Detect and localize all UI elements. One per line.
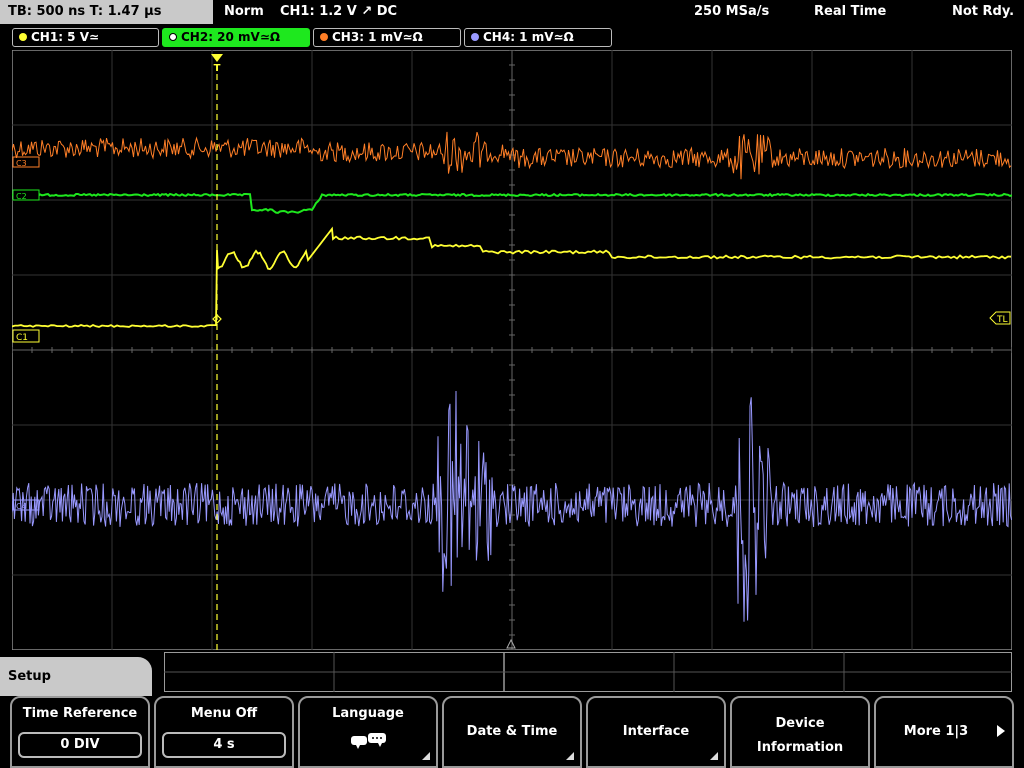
acquisition-mode: Real Time xyxy=(814,4,887,19)
ch1-offset-marker[interactable]: C1 xyxy=(12,329,40,343)
trigger-mode[interactable]: Norm xyxy=(224,0,264,24)
ch2-offset-marker[interactable]: C2 xyxy=(12,189,40,201)
channel-ch4-button[interactable]: CH4: 1 mV≃Ω xyxy=(464,28,612,47)
speech-bubbles-icon xyxy=(351,733,386,749)
trigger-info[interactable]: CH1: 1.2 V ↗ DC xyxy=(280,0,397,24)
ch1-color-icon xyxy=(19,33,27,41)
device-information-button[interactable]: Device Information xyxy=(730,696,870,768)
more-button[interactable]: More 1|3 xyxy=(874,696,1014,768)
ch4-color-icon xyxy=(471,33,479,41)
status-bar: TB: 500 ns T: 1.47 µs Norm CH1: 1.2 V ↗ … xyxy=(0,0,1024,24)
softkey-bar: Time Reference 0 DIV Menu Off 4 s Langua… xyxy=(0,696,1024,768)
menu-off-value: 4 s xyxy=(162,732,286,758)
time-reference-value: 0 DIV xyxy=(18,732,142,758)
sample-rate: 250 MSa/s xyxy=(694,4,770,19)
submenu-indicator-icon xyxy=(566,752,574,760)
svg-text:C3: C3 xyxy=(16,159,27,168)
acquisition-state: Not Rdy. xyxy=(952,4,1015,19)
channel-ch3-button[interactable]: CH3: 1 mV≃Ω xyxy=(313,28,461,47)
svg-text:C2: C2 xyxy=(16,192,27,201)
svg-text:T: T xyxy=(214,63,221,74)
date-time-button[interactable]: Date & Time xyxy=(442,696,582,768)
timebase-readout[interactable]: TB: 500 ns T: 1.47 µs xyxy=(0,0,213,24)
menu-title: Setup xyxy=(0,657,152,697)
ch3-color-icon xyxy=(320,33,328,41)
channel-ch2-button[interactable]: CH2: 20 mV≃Ω xyxy=(162,28,310,47)
channel-bar: CH1: 5 V≃ CH2: 20 mV≃Ω CH3: 1 mV≃Ω CH4: … xyxy=(0,25,1024,49)
channel-ch1-button[interactable]: CH1: 5 V≃ xyxy=(12,28,159,47)
language-button[interactable]: Language xyxy=(298,696,438,768)
submenu-indicator-icon xyxy=(422,752,430,760)
submenu-indicator-icon xyxy=(710,752,718,760)
menu-off-button[interactable]: Menu Off 4 s xyxy=(154,696,294,768)
waveform-display[interactable]: T C1 C2 C3 C4 TL xyxy=(12,50,1012,650)
time-reference-button[interactable]: Time Reference 0 DIV xyxy=(10,696,150,768)
interface-button[interactable]: Interface xyxy=(586,696,726,768)
ch2-color-icon xyxy=(169,33,177,41)
svg-text:TL: TL xyxy=(996,315,1008,325)
zoom-overview-bar[interactable] xyxy=(164,652,1012,692)
arrow-right-icon xyxy=(997,725,1005,737)
svg-text:C1: C1 xyxy=(16,333,28,343)
svg-text:C4: C4 xyxy=(16,502,27,511)
